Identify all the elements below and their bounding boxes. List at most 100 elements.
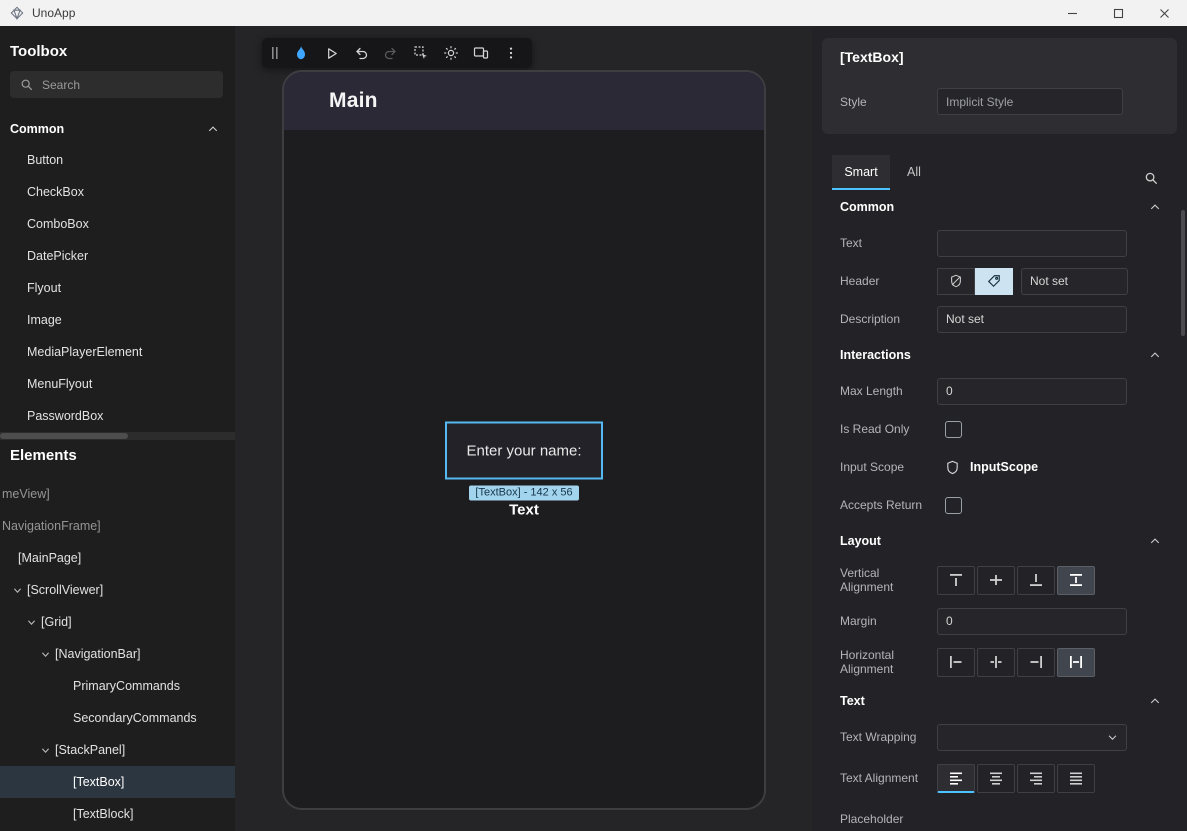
margin-input[interactable]: [937, 608, 1127, 635]
stackpanel-design: Enter your name: [TextBox] - 142 x 56 Te…: [445, 422, 603, 519]
toolbox-item-image[interactable]: Image: [0, 304, 235, 336]
toolbox-horizontal-scrollbar[interactable]: [0, 432, 235, 440]
margin-row: Margin: [812, 602, 1187, 640]
section-text[interactable]: Text: [812, 684, 1187, 718]
accepts-return-checkbox[interactable]: [945, 497, 962, 514]
window-controls: [1049, 0, 1187, 26]
toolbox-item-label: DatePicker: [27, 249, 88, 263]
properties-scrollbar-thumb[interactable]: [1181, 210, 1185, 336]
shield-off-icon[interactable]: [937, 268, 975, 295]
properties-search-icon[interactable]: [1139, 166, 1163, 190]
align-top-icon[interactable]: [937, 566, 975, 595]
description-property-row: Description: [812, 300, 1187, 338]
page-content[interactable]: Enter your name: [TextBox] - 142 x 56 Te…: [284, 130, 764, 810]
tree-node-scrollviewer[interactable]: [ScrollViewer]: [0, 574, 235, 606]
text-property-input[interactable]: [937, 230, 1127, 257]
tree-node-label: NavigationFrame]: [2, 519, 101, 533]
align-right-icon[interactable]: [1017, 648, 1055, 677]
chevron-up-icon[interactable]: [1145, 531, 1165, 551]
tree-node-secondarycommands[interactable]: SecondaryCommands: [0, 702, 235, 734]
text-align-right-icon[interactable]: [1017, 764, 1055, 793]
more-options-button[interactable]: [498, 40, 524, 66]
designer-toolbar: [262, 38, 532, 68]
maximize-button[interactable]: [1095, 0, 1141, 26]
toolbox-group-label: Common: [10, 122, 64, 136]
toolbox-search[interactable]: [10, 71, 223, 98]
tag-icon[interactable]: [975, 268, 1013, 295]
app-logo-icon: [10, 6, 24, 20]
toolbox-item-flyout[interactable]: Flyout: [0, 272, 235, 304]
tree-node-textblock[interactable]: [TextBlock]: [0, 798, 235, 830]
undo-button[interactable]: [348, 40, 374, 66]
align-left-icon[interactable]: [937, 648, 975, 677]
style-input[interactable]: [937, 88, 1123, 115]
tree-node-textbox[interactable]: [TextBox]: [0, 766, 235, 798]
toolbox-item-label: MediaPlayerElement: [27, 345, 142, 359]
toolbox-item-mediaplayerelement[interactable]: MediaPlayerElement: [0, 336, 235, 368]
scrollbar-thumb[interactable]: [0, 433, 128, 439]
toolbox-item-menuflyout[interactable]: MenuFlyout: [0, 368, 235, 400]
designed-textblock[interactable]: Text: [509, 502, 539, 519]
design-canvas[interactable]: Main Enter your name: [TextBox] - 142 x …: [235, 26, 812, 831]
chevron-up-icon[interactable]: [1145, 197, 1165, 217]
redo-button[interactable]: [378, 40, 404, 66]
minimize-button[interactable]: [1049, 0, 1095, 26]
section-common[interactable]: Common: [812, 190, 1187, 224]
description-input[interactable]: [937, 306, 1127, 333]
toolbox-item-combobox[interactable]: ComboBox: [0, 208, 235, 240]
chevron-up-icon[interactable]: [1145, 345, 1165, 365]
chevron-down-icon[interactable]: [12, 585, 23, 596]
tree-node-mainpage[interactable]: [MainPage]: [0, 542, 235, 574]
style-label: Style: [840, 95, 928, 109]
toolbox-pane: Toolbox Common Button CheckBox ComboBox …: [0, 42, 235, 440]
align-horizontal-stretch-icon[interactable]: [1057, 648, 1095, 677]
chevron-down-icon: [1107, 732, 1118, 743]
tree-node-grid[interactable]: [Grid]: [0, 606, 235, 638]
toolbox-item-checkbox[interactable]: CheckBox: [0, 176, 235, 208]
tree-node-stackpanel[interactable]: [StackPanel]: [0, 734, 235, 766]
designed-textbox[interactable]: Enter your name:: [445, 422, 603, 480]
align-vertical-center-icon[interactable]: [977, 566, 1015, 595]
header-value-input[interactable]: [1021, 268, 1128, 295]
breakpoints-button[interactable]: [468, 40, 494, 66]
input-scope-value[interactable]: InputScope: [970, 460, 1038, 474]
toolbox-search-input[interactable]: [42, 78, 213, 92]
chevron-down-icon[interactable]: [40, 649, 51, 660]
section-interactions[interactable]: Interactions: [812, 338, 1187, 372]
theme-toggle-sun-icon[interactable]: [438, 40, 464, 66]
toolbox-group-common[interactable]: Common: [0, 114, 235, 144]
align-bottom-icon[interactable]: [1017, 566, 1055, 595]
is-read-only-checkbox[interactable]: [945, 421, 962, 438]
chevron-down-icon[interactable]: [40, 745, 51, 756]
text-wrapping-dropdown[interactable]: [937, 724, 1127, 751]
max-length-row: Max Length: [812, 372, 1187, 410]
drag-handle-icon[interactable]: [270, 46, 284, 60]
tab-all[interactable]: All: [890, 155, 938, 190]
max-length-input[interactable]: [937, 378, 1127, 405]
text-align-center-icon[interactable]: [977, 764, 1015, 793]
close-button[interactable]: [1141, 0, 1187, 26]
toolbox-item-passwordbox[interactable]: PasswordBox: [0, 400, 235, 432]
text-align-justify-icon[interactable]: [1057, 764, 1095, 793]
align-horizontal-center-icon[interactable]: [977, 648, 1015, 677]
text-property-row: Text: [812, 224, 1187, 262]
toolbox-item-button[interactable]: Button: [0, 144, 235, 176]
hot-reload-flame-icon[interactable]: [288, 40, 314, 66]
align-vertical-stretch-icon[interactable]: [1057, 566, 1095, 595]
tree-node-navigationbar[interactable]: [NavigationBar]: [0, 638, 235, 670]
section-title: Interactions: [840, 348, 911, 362]
elements-title: Elements: [10, 446, 235, 466]
is-read-only-row: Is Read Only: [812, 410, 1187, 448]
toolbox-item-label: Image: [27, 313, 62, 327]
play-button[interactable]: [318, 40, 344, 66]
chevron-down-icon[interactable]: [26, 617, 37, 628]
tree-node-primarycommands[interactable]: PrimaryCommands: [0, 670, 235, 702]
chevron-up-icon[interactable]: [1145, 691, 1165, 711]
toolbox-item-datepicker[interactable]: DatePicker: [0, 240, 235, 272]
text-align-left-icon[interactable]: [937, 764, 975, 793]
tree-node-navigationframe-clipped[interactable]: NavigationFrame]: [0, 510, 235, 542]
tab-smart[interactable]: Smart: [832, 155, 890, 190]
element-picker-button[interactable]: [408, 40, 434, 66]
tree-node-frameview-clipped[interactable]: meView]: [0, 478, 235, 510]
section-layout[interactable]: Layout: [812, 524, 1187, 558]
